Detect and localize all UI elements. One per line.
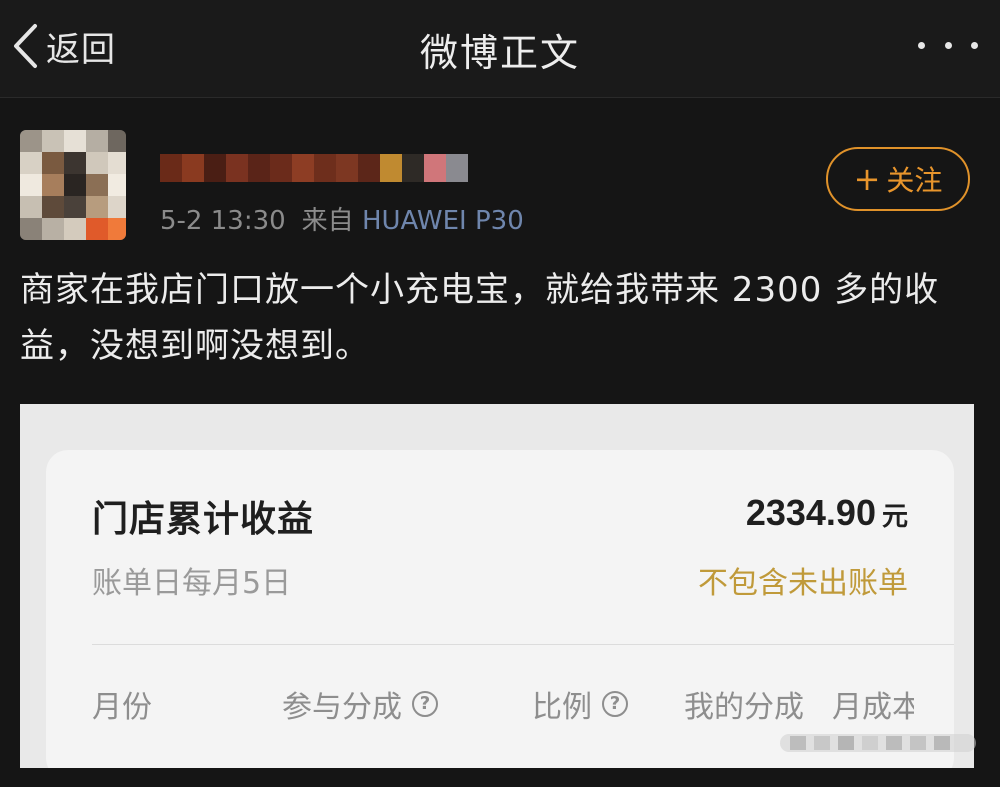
earnings-title: 门店累计收益 (92, 499, 315, 540)
avatar-pixelated-image (20, 130, 126, 240)
column-share: 参与分成 ? (282, 682, 438, 726)
avatar[interactable] (20, 130, 126, 240)
watermark-blur (780, 728, 976, 758)
exclusion-note: 不包含未出账单 (698, 566, 908, 601)
column-monthly-label: 月成本 (832, 690, 914, 725)
follow-button[interactable]: + 关注 (826, 147, 970, 211)
earnings-value: 2334.90 (745, 492, 876, 533)
watermark-blur-image (780, 734, 976, 752)
device-link[interactable]: HUAWEI P30 (362, 206, 524, 236)
column-my-share: 我的分成 (684, 682, 804, 726)
column-ratio-label: 比例 (532, 690, 592, 725)
source-prefix: 来自 (301, 206, 354, 236)
more-dots-icon (918, 41, 925, 49)
column-share-label: 参与分成 (282, 690, 402, 725)
earnings-unit: 元 (881, 502, 908, 532)
weibo-post-page: 返回 微博正文 5-2 13:30 来自 HUAWEI P30 + 关注 商家在… (0, 0, 1000, 787)
column-monthly: 月成本 (832, 682, 914, 726)
question-circle-icon[interactable]: ? (602, 691, 628, 717)
embedded-image[interactable]: 门店累计收益 2334.90 元 账单日每月5日 不包含未出账单 月份 参与分成 … (20, 404, 974, 768)
username-pixelated[interactable] (160, 150, 480, 186)
page-title: 微博正文 (419, 31, 580, 75)
store-earnings-card: 门店累计收益 2334.90 元 账单日每月5日 不包含未出账单 月份 参与分成 … (46, 450, 954, 768)
more-options-button[interactable] (918, 30, 978, 60)
plus-icon: + (853, 160, 881, 198)
column-ratio: 比例 ? (532, 682, 628, 726)
column-month-label: 月份 (92, 690, 152, 725)
post-meta: 5-2 13:30 来自 HUAWEI P30 (160, 200, 524, 237)
post-timestamp: 5-2 13:30 (160, 206, 286, 236)
earnings-amount: 2334.90 元 (746, 492, 908, 534)
post-text: 商家在我店门口放一个小充电宝，就给我带来 2300 多的收益，没想到啊没想到。 (20, 270, 940, 366)
question-circle-icon[interactable]: ? (412, 691, 438, 717)
top-navbar: 返回 微博正文 (0, 0, 1000, 98)
follow-label: 关注 (886, 164, 943, 197)
username-blur-image (160, 154, 468, 182)
card-divider (92, 644, 954, 645)
column-my-share-label: 我的分成 (684, 690, 804, 725)
column-month: 月份 (92, 682, 152, 726)
billing-day-text: 账单日每月5日 (92, 566, 292, 601)
